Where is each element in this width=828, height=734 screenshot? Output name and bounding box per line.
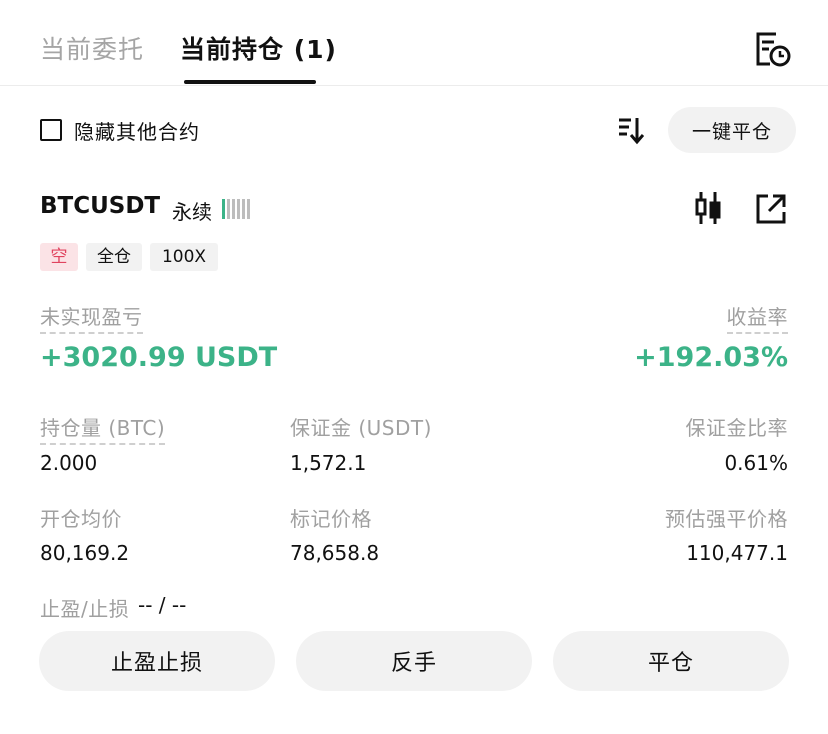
tab-positions[interactable]: 当前持仓 (1) xyxy=(180,30,337,66)
margin-label: 保证金 (USDT) xyxy=(290,416,432,440)
margin-value: 1,572.1 xyxy=(290,451,367,475)
tpsl-button[interactable]: 止盈止损 xyxy=(39,631,275,691)
roe-label[interactable]: 收益率 xyxy=(726,301,788,334)
mark-price-label: 标记价格 xyxy=(290,507,372,531)
liquidation-price-value: 110,477.1 xyxy=(686,541,788,565)
active-tab-indicator xyxy=(184,80,316,84)
hide-other-checkbox[interactable] xyxy=(40,119,62,141)
mark-price-value: 78,658.8 xyxy=(290,541,380,565)
unrealized-pnl-value: +3020.99 USDT xyxy=(40,342,278,373)
entry-price-value: 80,169.2 xyxy=(40,541,130,565)
sort-icon[interactable] xyxy=(616,114,644,146)
hide-other-label: 隐藏其他合约 xyxy=(74,119,200,144)
unrealized-pnl-label[interactable]: 未实现盈亏 xyxy=(40,301,143,334)
tab-bar: 当前委托 当前持仓 (1) xyxy=(0,0,828,86)
margin-mode-tag: 全仓 xyxy=(86,243,142,271)
position-side-tag: 空 xyxy=(40,243,78,271)
hide-other-contracts-toggle[interactable]: 隐藏其他合约 xyxy=(40,116,200,144)
position-symbol[interactable]: BTCUSDT xyxy=(40,193,160,219)
leverage-bars-icon xyxy=(222,199,250,219)
reverse-position-button[interactable]: 反手 xyxy=(296,631,532,691)
position-size-label[interactable]: 持仓量 (BTC) xyxy=(40,412,166,445)
margin-ratio-label: 保证金比率 xyxy=(685,416,788,440)
contract-type: 永续 xyxy=(172,200,212,224)
margin-ratio-value: 0.61% xyxy=(724,451,788,475)
order-history-icon[interactable] xyxy=(752,30,792,68)
entry-price-label: 开仓均价 xyxy=(40,507,122,531)
liquidation-price-label: 预估强平价格 xyxy=(665,507,788,531)
close-position-button[interactable]: 平仓 xyxy=(553,631,789,691)
share-icon[interactable] xyxy=(754,192,788,226)
tab-open-orders[interactable]: 当前委托 xyxy=(40,30,144,66)
candlestick-chart-icon[interactable] xyxy=(694,190,722,226)
tpsl-value: -- / -- xyxy=(138,593,187,617)
close-all-button[interactable]: 一键平仓 xyxy=(668,107,796,153)
leverage-tag: 100X xyxy=(150,243,218,271)
tpsl-label: 止盈/止损 xyxy=(40,597,130,621)
position-size-value: 2.000 xyxy=(40,451,98,475)
roe-value: +192.03% xyxy=(634,342,788,373)
